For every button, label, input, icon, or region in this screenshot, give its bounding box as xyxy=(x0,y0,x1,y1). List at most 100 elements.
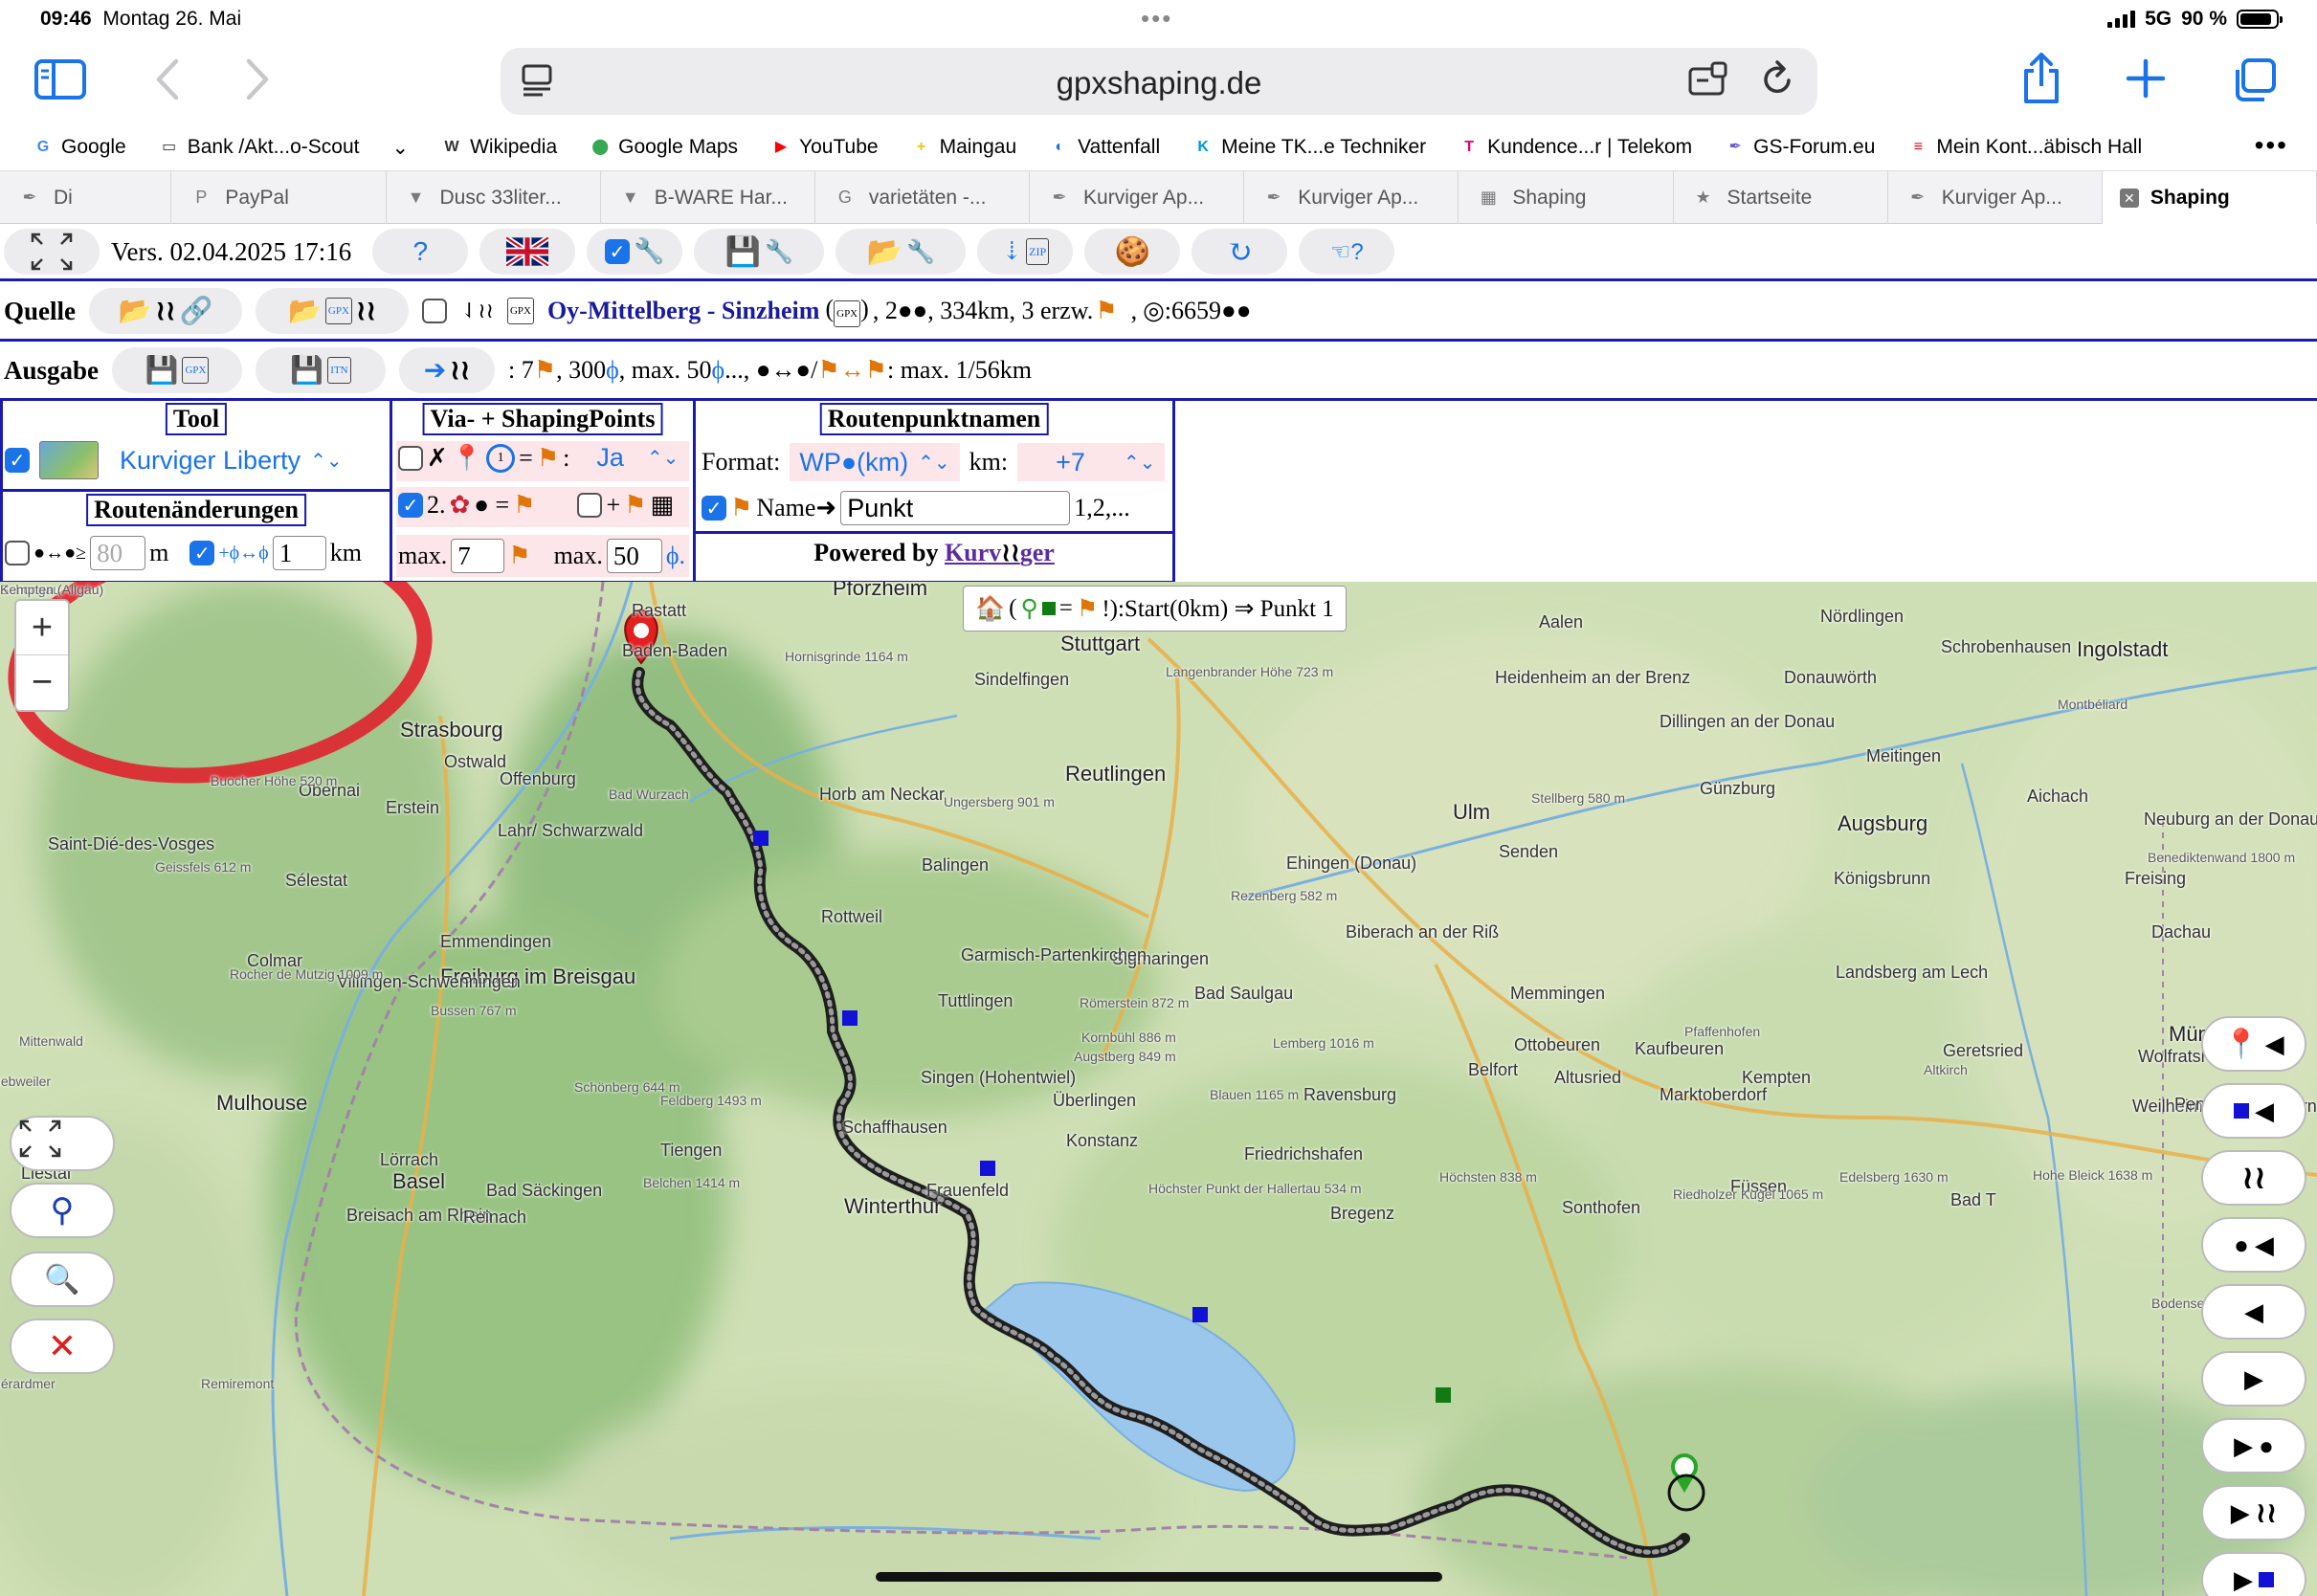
bookmark-item[interactable]: ≡ Mein Kont...äbisch Hall xyxy=(1907,136,2142,159)
multitask-dots-icon[interactable]: ••• xyxy=(1141,4,1172,33)
step-back-button[interactable]: ◀ xyxy=(2201,1284,2306,1340)
export-route-button[interactable]: ➔ ≀≀ xyxy=(399,347,496,393)
language-button[interactable] xyxy=(479,229,576,275)
bookmark-item[interactable]: K Meine TK...e Techniker xyxy=(1192,136,1426,159)
max-via-input[interactable]: 7 xyxy=(451,539,505,573)
forward-icon[interactable] xyxy=(243,57,272,109)
min-distance-input[interactable]: 80 xyxy=(90,536,146,570)
via-checkbox[interactable] xyxy=(398,445,423,471)
settings-toggle-button[interactable]: ✓ 🔧 xyxy=(587,229,683,275)
route-button[interactable]: ≀≀ xyxy=(2201,1150,2306,1206)
prev-point-button[interactable]: ● ◀ xyxy=(2201,1217,2306,1273)
url-text[interactable]: gpxshaping.de xyxy=(501,65,1817,101)
open-link-button[interactable]: 📂 ≀≀ 🔗 xyxy=(89,288,242,334)
locate-button[interactable]: ⚲ xyxy=(10,1183,115,1238)
bookmark-item[interactable]: G Google xyxy=(33,136,126,159)
address-bar[interactable]: gpxshaping.de xyxy=(501,48,1817,115)
refresh-button[interactable]: ↻ xyxy=(1192,229,1288,275)
bookmark-item[interactable]: ▭ Bank /Akt...o-Scout xyxy=(159,136,359,159)
search-button[interactable]: 🔍 xyxy=(10,1252,115,1307)
fit-route-button[interactable] xyxy=(10,1116,115,1171)
tab-close-icon[interactable]: ✕ xyxy=(2119,188,2139,208)
map-view[interactable]: Pforzheim Rastatt Baden-Baden Stuttgart Aale… xyxy=(0,582,2317,1596)
back-icon[interactable] xyxy=(153,57,182,109)
bookmark-item[interactable]: ◐ Vattenfall xyxy=(1049,136,1160,159)
open-gpx-button[interactable]: 📂 GPX ≀≀ xyxy=(256,288,409,334)
step-forward-button[interactable]: ▶ xyxy=(2201,1351,2306,1407)
map-canvas[interactable] xyxy=(0,582,2317,1596)
routenaenderungen-title: Routenänderungen xyxy=(86,494,306,526)
browser-tab[interactable]: ✒ Kurviger Ap... xyxy=(1888,171,2103,224)
tab-label: Kurviger Ap... xyxy=(1298,186,1419,209)
prev-shaping-button[interactable]: ◀ xyxy=(2201,1083,2306,1139)
next-route-button[interactable]: ▶ ≀≀ xyxy=(2201,1485,2306,1541)
help-pointer-button[interactable]: ☜? xyxy=(1299,229,1395,275)
bookmark-item[interactable]: ⬤ Google Maps xyxy=(590,136,738,159)
browser-tab[interactable]: ▼ Dusc 33liter... xyxy=(387,171,601,224)
sidebar-icon[interactable] xyxy=(34,59,86,107)
prev-via-button[interactable]: 📍 ◀ xyxy=(2201,1016,2306,1072)
save-itn-button[interactable]: 💾 ITN xyxy=(256,347,387,393)
via-point[interactable] xyxy=(1436,1387,1451,1403)
reload-icon[interactable] xyxy=(1760,59,1794,107)
bookmark-item[interactable]: ✒ GS-Forum.eu xyxy=(1725,136,1875,159)
fullscreen-button[interactable] xyxy=(4,229,100,275)
kurviger-link[interactable]: Kurv≀≀ger xyxy=(945,539,1055,566)
finish-checkbox[interactable] xyxy=(577,493,603,518)
open-settings-button[interactable]: 📂 🔧 xyxy=(835,229,967,275)
share-icon[interactable] xyxy=(2019,52,2063,113)
bookmarks-more-icon[interactable]: ••• xyxy=(2255,130,2288,161)
browser-tab[interactable]: ✕ Shaping xyxy=(2102,171,2317,224)
save-settings-button[interactable]: 💾 🔧 xyxy=(694,229,825,275)
browser-tab[interactable]: P PayPal xyxy=(171,171,387,224)
min-distance-checkbox[interactable] xyxy=(5,541,30,565)
browser-tab[interactable]: ▦ Shaping xyxy=(1459,171,1674,224)
status-right: 5G 90 % xyxy=(2107,8,2283,31)
map-place-label: Heidenheim an der Brenz xyxy=(1495,668,1691,687)
format-select[interactable]: WP●(km) ⌃⌄ xyxy=(790,443,960,481)
bookmark-item[interactable]: + Maingau xyxy=(911,136,1016,159)
bookmark-item[interactable]: ⌄ xyxy=(391,136,409,160)
next-point-button[interactable]: ▶ ● xyxy=(2201,1418,2306,1474)
max-shaping-input[interactable]: 50 xyxy=(606,539,662,573)
blue-square-icon xyxy=(2234,1103,2249,1119)
browser-tab[interactable]: ▼ B-WARE Har... xyxy=(601,171,815,224)
zoom-out-button[interactable]: − xyxy=(16,655,68,710)
shaping-point-3[interactable] xyxy=(980,1161,995,1176)
reverse-checkbox[interactable] xyxy=(422,299,447,323)
name-input[interactable]: Punkt xyxy=(840,491,1071,525)
tool-checkbox[interactable]: ✓ xyxy=(5,448,30,473)
save-gpx-button[interactable]: 💾 GPX xyxy=(112,347,243,393)
tool-select[interactable]: Kurviger Liberty ⌃⌄ xyxy=(120,446,343,476)
bookmark-item[interactable]: W Wikipedia xyxy=(441,136,558,159)
name-checkbox[interactable]: ✓ xyxy=(702,496,726,521)
new-tab-icon[interactable] xyxy=(2125,57,2167,107)
help-button[interactable]: ? xyxy=(372,229,469,275)
cookie-button[interactable]: 🍪 xyxy=(1084,229,1181,275)
zip-download-button[interactable]: ⇣ ZIP xyxy=(977,229,1074,275)
bookmark-item[interactable]: T Kundence...r | Telekom xyxy=(1459,136,1692,159)
delete-button[interactable]: ✕ xyxy=(10,1319,115,1374)
next-shaping-button[interactable]: ▶ xyxy=(2201,1552,2306,1596)
browser-tab[interactable]: ✒ Kurviger Ap... xyxy=(1030,171,1245,224)
km-select[interactable]: +7 ⌃⌄ xyxy=(1017,443,1166,481)
browser-tab[interactable]: ✒ Di xyxy=(0,171,172,224)
browser-tab[interactable]: ✒ Kurviger Ap... xyxy=(1244,171,1459,224)
via-select[interactable]: Ja ⌃⌄ xyxy=(596,443,679,473)
shaping-point-4[interactable] xyxy=(1192,1307,1208,1322)
kurviger-logo-icon: ≀≀ xyxy=(1001,539,1020,566)
zoom-in-button[interactable]: + xyxy=(16,601,68,655)
browser-tab[interactable]: ★ Startseite xyxy=(1674,171,1888,224)
shaping-point-1[interactable] xyxy=(753,831,769,846)
route-name-link[interactable]: Oy-Mittelberg - Sinzheim xyxy=(547,297,820,325)
shaping-distance-checkbox[interactable]: ✓ xyxy=(189,541,215,565)
tabs-icon[interactable] xyxy=(2230,57,2278,111)
settings-checkbox[interactable]: ✓ xyxy=(605,239,631,264)
bookmark-item[interactable]: ▶ YouTube xyxy=(770,136,879,159)
home-indicator[interactable] xyxy=(876,1572,1442,1582)
shaping-distance-input[interactable]: 1 xyxy=(272,536,326,570)
shaping-point-2[interactable] xyxy=(842,1010,858,1026)
second-checkbox[interactable]: ✓ xyxy=(398,493,423,518)
extension-icon[interactable] xyxy=(1687,61,1729,106)
browser-tab[interactable]: Gvarietäten -... xyxy=(815,171,1031,224)
